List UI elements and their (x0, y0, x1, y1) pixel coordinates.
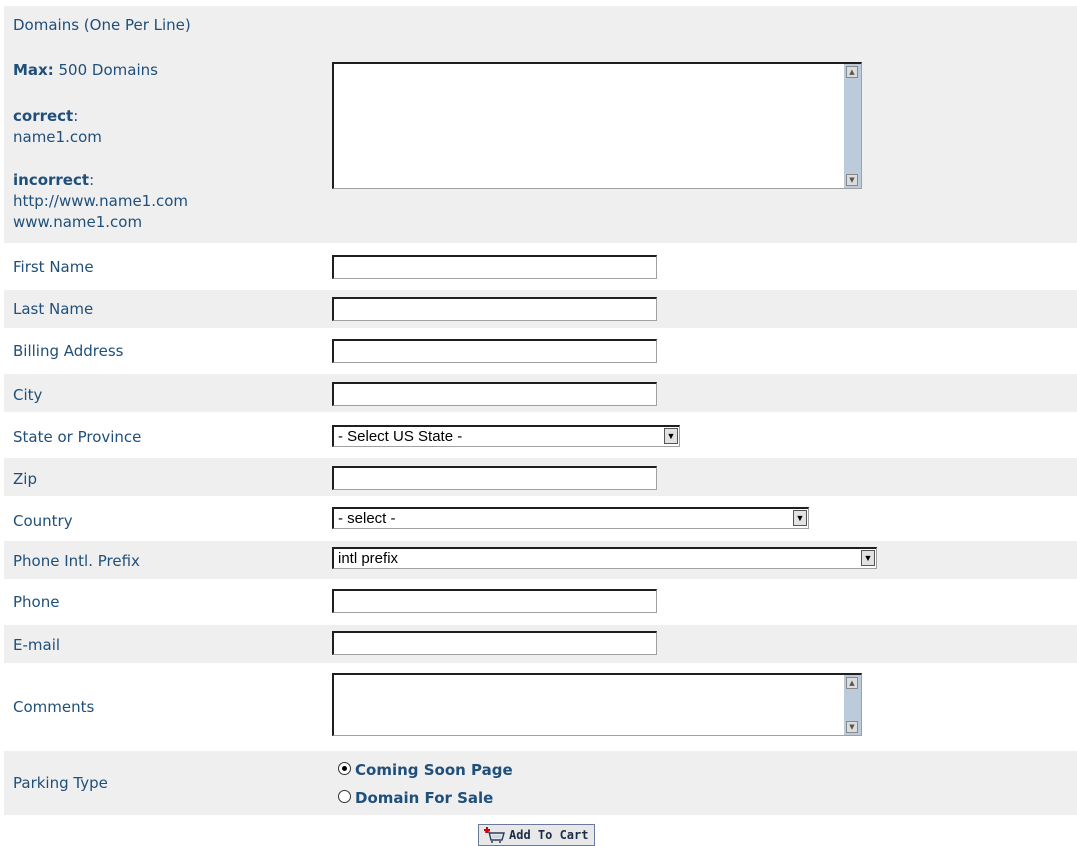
email-input[interactable] (332, 631, 657, 655)
country-select-value: - select - (338, 510, 396, 527)
comments-textarea[interactable]: ▲ ▼ (332, 673, 862, 736)
incorrect-label: incorrect (13, 171, 90, 189)
first-name-label: First Name (13, 258, 94, 276)
max-value: 500 Domains (58, 61, 158, 79)
parking-type-label: Parking Type (13, 774, 108, 792)
phone-input[interactable] (332, 589, 657, 613)
domains-label: Domains (One Per Line) (13, 16, 191, 34)
country-select[interactable]: - select - ▼ (332, 507, 809, 529)
cart-add-icon (484, 827, 505, 843)
scroll-up-icon[interactable]: ▲ (846, 66, 858, 78)
correct-label: correct (13, 107, 74, 125)
scroll-down-icon[interactable]: ▼ (846, 174, 858, 186)
scroll-down-icon[interactable]: ▼ (846, 721, 858, 733)
max-label: Max: (13, 61, 54, 79)
domains-textarea[interactable]: ▲ ▼ (332, 62, 862, 189)
add-to-cart-label: Add To Cart (509, 828, 589, 842)
max-domains-info: Max: 500 Domains (13, 61, 158, 79)
last-name-label: Last Name (13, 300, 94, 318)
radio-selected-icon[interactable] (338, 762, 351, 775)
comments-label: Comments (13, 698, 95, 716)
city-label: City (13, 386, 43, 404)
state-select[interactable]: - Select US State - ▼ (332, 425, 680, 447)
zip-input[interactable] (332, 466, 657, 490)
state-label: State or Province (13, 428, 142, 446)
chevron-down-icon[interactable]: ▼ (861, 550, 875, 566)
chevron-down-icon[interactable]: ▼ (664, 428, 678, 444)
comments-scrollbar[interactable]: ▲ ▼ (844, 675, 861, 735)
last-name-input[interactable] (332, 297, 657, 321)
phone-prefix-select[interactable]: intl prefix ▼ (332, 547, 877, 569)
incorrect-example-1: http://www.name1.com (13, 192, 189, 210)
parking-option-for-sale[interactable]: Domain For Sale (338, 789, 493, 807)
incorrect-example-2: www.name1.com (13, 213, 143, 231)
scroll-up-icon[interactable]: ▲ (846, 677, 858, 689)
state-select-value: - Select US State - (338, 428, 463, 445)
radio-unselected-icon[interactable] (338, 790, 351, 803)
phone-label: Phone (13, 593, 60, 611)
email-label: E-mail (13, 636, 61, 654)
billing-address-input[interactable] (332, 339, 657, 363)
phone-prefix-label: Phone Intl. Prefix (13, 552, 140, 570)
domains-scrollbar[interactable]: ▲ ▼ (844, 64, 861, 188)
parking-option-label: Coming Soon Page (355, 761, 513, 779)
add-to-cart-button[interactable]: Add To Cart (478, 824, 596, 846)
city-input[interactable] (332, 382, 657, 406)
correct-info: correct: (13, 107, 79, 125)
billing-address-label: Billing Address (13, 342, 124, 360)
country-label: Country (13, 512, 73, 530)
phone-prefix-select-value: intl prefix (338, 550, 399, 567)
zip-label: Zip (13, 470, 37, 488)
parking-type-row: Parking Type (4, 751, 1077, 815)
chevron-down-icon[interactable]: ▼ (793, 510, 807, 526)
parking-option-label: Domain For Sale (355, 789, 494, 807)
parking-option-coming-soon[interactable]: Coming Soon Page (338, 761, 513, 779)
correct-example: name1.com (13, 128, 102, 146)
incorrect-info: incorrect: (13, 171, 95, 189)
first-name-input[interactable] (332, 255, 657, 279)
